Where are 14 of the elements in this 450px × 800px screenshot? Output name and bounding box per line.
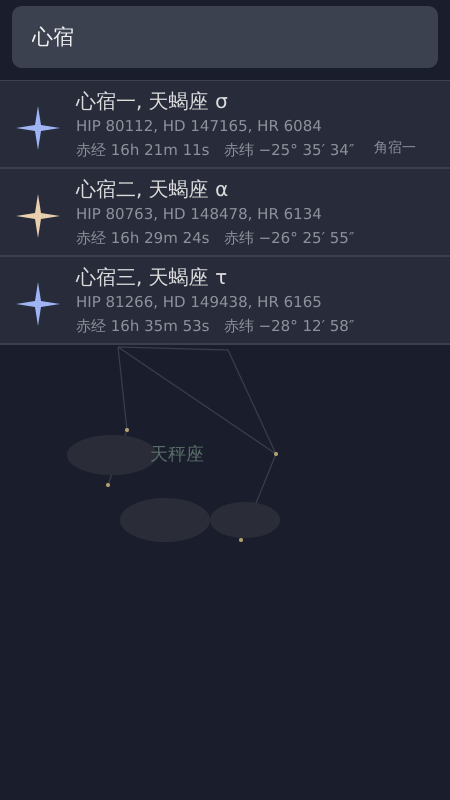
star-name: 心宿一, 天蝎座 σ: [76, 88, 229, 114]
catalog-ids: HIP 81266, HD 149438, HR 6165: [76, 292, 323, 313]
coordinates: 赤经 16h 35m 53s 赤纬 −28° 12′ 58″: [76, 316, 354, 337]
star-name: 心宿三, 天蝎座 τ: [76, 264, 228, 290]
coordinates: 赤经 16h 21m 11s 赤纬 −25° 35′ 34″: [76, 140, 354, 161]
coordinates: 赤经 16h 29m 24s 赤纬 −26° 25′ 55″: [76, 228, 354, 249]
search-result-row[interactable]: 心宿二, 天蝎座 α HIP 80763, HD 148478, HR 6134 赤经 16h 29m 24s 赤纬 −26° 25′ 55″: [0, 169, 450, 257]
catalog-ids: HIP 80112, HD 147165, HR 6084: [76, 116, 323, 137]
constellation-label: 天秤座: [150, 443, 204, 467]
constellation-label: 角宿一: [374, 139, 416, 158]
search-field[interactable]: 心宿: [12, 6, 438, 68]
star-name: 心宿二, 天蝎座 α: [76, 176, 230, 202]
search-result-row[interactable]: 心宿三, 天蝎座 τ HIP 81266, HD 149438, HR 6165 赤经 16h 35m 53s 赤纬 −28° 12′ 58″: [0, 257, 450, 345]
catalog-ids: HIP 80763, HD 148478, HR 6134: [76, 204, 323, 225]
